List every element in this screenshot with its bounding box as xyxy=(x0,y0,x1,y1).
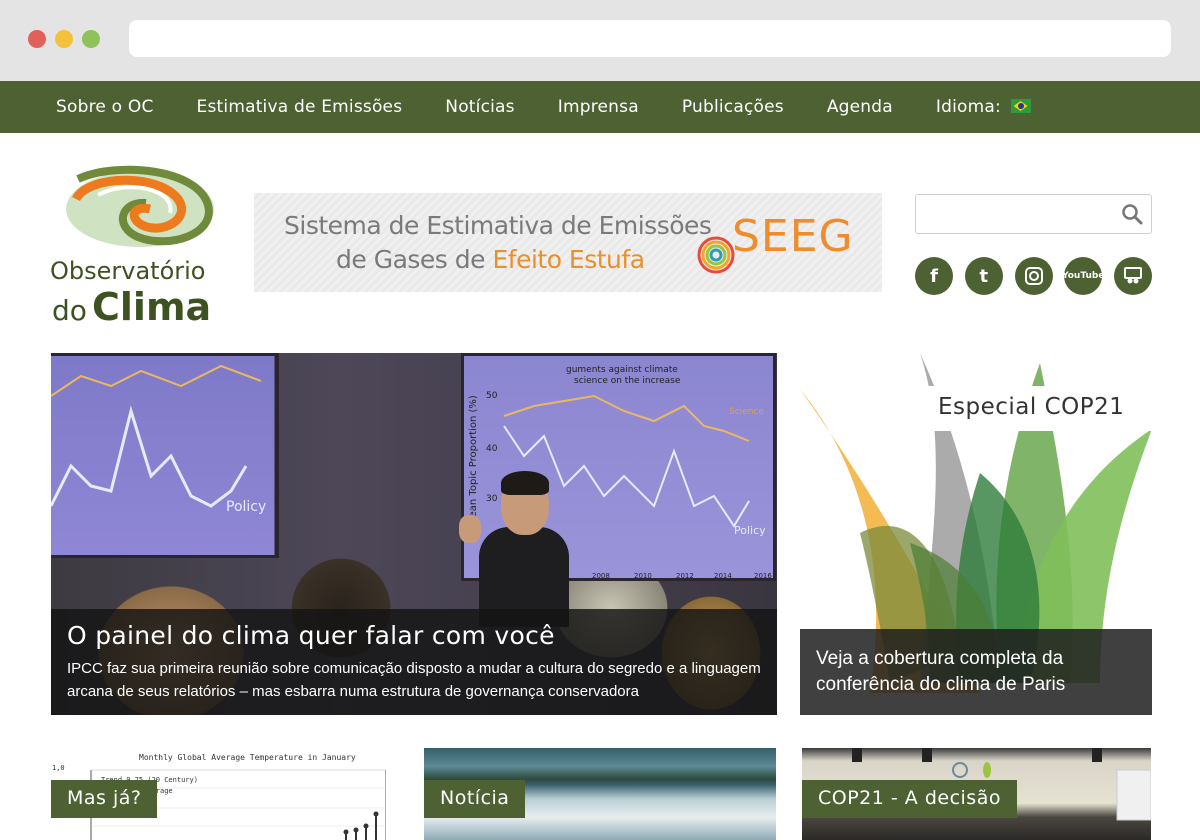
page-content: Observatório do Clima Sistema de Estimat… xyxy=(0,133,1200,840)
slideshare-icon[interactable] xyxy=(1114,257,1152,295)
brazil-flag-icon xyxy=(1010,99,1031,113)
svg-text:50: 50 xyxy=(486,391,498,401)
maximize-window-button[interactable] xyxy=(82,30,100,48)
card-cop21-decisao[interactable]: COP21 - A decisão xyxy=(802,748,1151,840)
card-label: Mas já? xyxy=(51,780,158,818)
hero-featured-article[interactable]: Policy 2016 guments against climate scie… xyxy=(51,353,777,715)
svg-text:guments against climate: guments against climate xyxy=(566,365,678,375)
nav-item-estimativa[interactable]: Estimativa de Emissões xyxy=(197,97,403,117)
youtube-icon[interactable]: You Tube xyxy=(1062,257,1104,295)
svg-text:2016: 2016 xyxy=(754,572,772,580)
card-noticia[interactable]: Notícia xyxy=(424,748,776,840)
site-logo[interactable]: Observatório do Clima xyxy=(50,165,225,329)
cop21-caption[interactable]: Veja a cobertura completa da conferência… xyxy=(800,629,1152,715)
card-label: Notícia xyxy=(424,780,526,818)
cop21-feature[interactable]: Especial COP21 Veja a cobertura completa… xyxy=(800,353,1152,715)
search-input[interactable] xyxy=(922,196,1112,232)
svg-text:2008: 2008 xyxy=(592,572,610,580)
address-bar[interactable] xyxy=(129,20,1171,57)
svg-text:Policy: Policy xyxy=(734,524,766,537)
cop21-tag: Especial COP21 xyxy=(921,386,1152,431)
nav-item-imprensa[interactable]: Imprensa xyxy=(558,97,639,117)
svg-text:science on the increase: science on the increase xyxy=(574,376,681,386)
card-mas-ja[interactable]: Monthly Global Average Temperature in Ja… xyxy=(51,748,386,840)
banner-line1: Sistema de Estimativa de Emissões xyxy=(284,211,712,240)
seeg-logo: SEEG xyxy=(696,207,856,277)
hero-summary: IPCC faz sua primeira reunião sobre comu… xyxy=(67,660,761,700)
svg-text:40: 40 xyxy=(486,444,498,454)
hero-caption: O painel do clima quer falar com você IP… xyxy=(51,609,777,715)
logo-text-line2: do Clima xyxy=(52,285,212,329)
instagram-icon[interactable] xyxy=(1014,257,1053,295)
hero-photo-presenter xyxy=(449,471,569,627)
svg-text:2012: 2012 xyxy=(676,572,694,580)
minimize-window-button[interactable] xyxy=(55,30,73,48)
svg-text:2014: 2014 xyxy=(714,572,732,580)
chart-title: Monthly Global Average Temperature in Ja… xyxy=(139,753,356,762)
nav-item-agenda[interactable]: Agenda xyxy=(827,97,893,117)
language-selector[interactable]: Idioma: xyxy=(936,97,1031,117)
hero-photo-screen-left: Policy 2016 xyxy=(51,353,279,558)
svg-text:Policy: Policy xyxy=(226,499,266,515)
slides-icon xyxy=(1124,267,1142,284)
chart-tick: 1,0 xyxy=(52,764,65,772)
nav-item-noticias[interactable]: Notícias xyxy=(445,97,514,117)
svg-text:Science: Science xyxy=(729,407,764,417)
language-label: Idioma: xyxy=(935,97,1001,117)
camera-icon xyxy=(1024,267,1043,285)
search-icon[interactable] xyxy=(1121,203,1143,225)
main-nav: Sobre o OC Estimativa de Emissões Notíci… xyxy=(0,81,1200,133)
logo-text-line1: Observatório xyxy=(50,257,206,285)
search-box xyxy=(915,194,1152,234)
nav-item-sobre[interactable]: Sobre o OC xyxy=(56,97,154,117)
social-links: f t You Tube xyxy=(915,257,1152,295)
seeg-banner[interactable]: Sistema de Estimativa de Emissões de Gas… xyxy=(254,193,882,292)
hero-title[interactable]: O painel do clima quer falar com você xyxy=(67,621,761,650)
browser-chrome xyxy=(0,0,1200,81)
logo-swirl-icon xyxy=(66,165,214,247)
twitter-icon[interactable]: t xyxy=(964,257,1003,295)
facebook-icon[interactable]: f xyxy=(915,257,953,295)
svg-text:2010: 2010 xyxy=(634,572,652,580)
nav-item-publicacoes[interactable]: Publicações xyxy=(682,97,784,117)
card-label: COP21 - A decisão xyxy=(802,780,1017,818)
banner-line2: de Gases de Efeito Estufa xyxy=(336,245,645,274)
close-window-button[interactable] xyxy=(28,30,46,48)
seeg-wordmark: SEEG xyxy=(732,211,854,262)
